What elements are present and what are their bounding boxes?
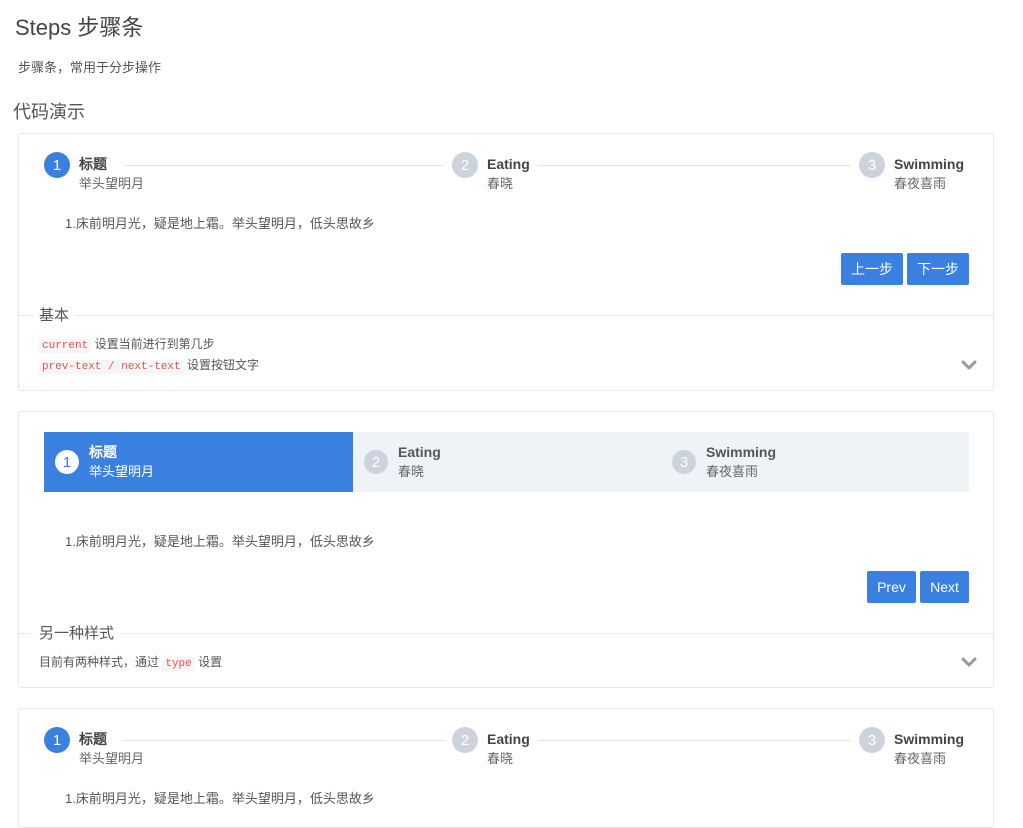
demo-basic: 1 标题 举头望明月 2 Eating 春晓 3 Swimming 春夜喜雨 1…: [18, 133, 994, 391]
step-content: 1.床前明月光，疑是地上霜。举头望明月，低头思故乡: [65, 534, 375, 549]
code-snippet: type: [162, 657, 195, 671]
step-connector: [538, 740, 850, 741]
demo-third: 1 标题 举头望明月 2 Eating 春晓 3 Swimming 春夜喜雨 1…: [18, 708, 994, 828]
step-number: 3: [859, 152, 885, 178]
step-number: 1: [44, 152, 70, 178]
meta-text: 设置按钮文字: [186, 358, 259, 372]
step-content: 1.床前明月光，疑是地上霜。举头望明月，低头思故乡: [65, 791, 375, 806]
step-title: Eating: [398, 444, 441, 460]
bar-step-2[interactable]: 2 Eating 春晓: [353, 432, 662, 492]
step-title: Swimming: [894, 156, 965, 172]
bar-step-1[interactable]: 1 标题 举头望明月: [44, 432, 353, 492]
step-description: 举头望明月: [79, 751, 145, 766]
prev-button[interactable]: Prev: [867, 571, 916, 603]
step-number: 2: [452, 727, 478, 753]
step-title: Swimming: [894, 731, 965, 747]
step-3[interactable]: 3 Swimming 春夜喜雨: [859, 152, 964, 193]
next-button[interactable]: Next: [920, 571, 969, 603]
code-snippet: prev-text / next-text: [39, 360, 184, 374]
chevron-down-icon[interactable]: [961, 656, 977, 668]
step-2[interactable]: 2 Eating 春晓: [452, 727, 530, 768]
page-description: 步骤条，常用于分步操作: [18, 60, 162, 75]
step-title: Swimming: [706, 444, 777, 460]
next-step-button[interactable]: 下一步: [907, 253, 969, 285]
step-connector: [124, 165, 444, 166]
chevron-down-icon[interactable]: [961, 359, 977, 371]
step-number: 1: [55, 450, 79, 474]
step-title: 标题: [89, 444, 117, 460]
meta-title: 另一种样式: [33, 622, 121, 643]
prev-step-button[interactable]: 上一步: [841, 253, 903, 285]
step-number: 2: [452, 152, 478, 178]
step-description: 春夜喜雨: [894, 751, 947, 766]
page-title: Steps 步骤条: [15, 15, 144, 40]
meta-line: prev-text / next-text 设置按钮文字: [39, 356, 259, 374]
step-description: 举头望明月: [79, 176, 145, 191]
meta-line: current 设置当前进行到第几步: [39, 335, 215, 353]
demo-bar-style: 1 标题 举头望明月 2 Eating 春晓 3 Swimming 春夜喜雨 1…: [18, 411, 994, 688]
step-number: 3: [672, 450, 696, 474]
step-description: 春晓: [398, 464, 425, 479]
step-title: Eating: [487, 156, 530, 172]
step-1[interactable]: 1 标题 举头望明月: [44, 152, 144, 193]
step-number: 2: [364, 450, 388, 474]
meta-text: 设置: [198, 655, 223, 669]
step-description: 春夜喜雨: [706, 464, 759, 479]
meta-text: 设置当前进行到第几步: [94, 337, 215, 351]
step-2[interactable]: 2 Eating 春晓: [452, 152, 530, 193]
step-content: 1.床前明月光，疑是地上霜。举头望明月，低头思故乡: [65, 216, 375, 231]
code-snippet: current: [39, 339, 92, 353]
step-1[interactable]: 1 标题 举头望明月: [44, 727, 144, 768]
meta-title: 基本: [33, 304, 76, 325]
bar-step-3[interactable]: 3 Swimming 春夜喜雨: [662, 432, 969, 492]
steps-third: 1 标题 举头望明月 2 Eating 春晓 3 Swimming 春夜喜雨: [44, 727, 969, 771]
step-connector: [538, 165, 850, 166]
step-3[interactable]: 3 Swimming 春夜喜雨: [859, 727, 964, 768]
step-description: 春晓: [487, 751, 514, 766]
step-description: 举头望明月: [89, 464, 155, 479]
section-title: 代码演示: [13, 102, 85, 122]
steps-bar: 1 标题 举头望明月 2 Eating 春晓 3 Swimming 春夜喜雨: [44, 432, 969, 492]
step-number: 1: [44, 727, 70, 753]
step-title: Eating: [487, 731, 530, 747]
steps-basic: 1 标题 举头望明月 2 Eating 春晓 3 Swimming 春夜喜雨: [44, 152, 969, 196]
step-description: 春晓: [487, 176, 514, 191]
meta-text: 目前有两种样式，通过: [39, 655, 160, 669]
demo-meta: 基本 current 设置当前进行到第几步 prev-text / next-t…: [19, 304, 993, 391]
step-description: 春夜喜雨: [894, 176, 947, 191]
step-number: 3: [859, 727, 885, 753]
demo-meta: 另一种样式 目前有两种样式，通过 type 设置: [19, 622, 993, 688]
meta-line: 目前有两种样式，通过 type 设置: [39, 653, 223, 671]
step-connector: [124, 740, 444, 741]
